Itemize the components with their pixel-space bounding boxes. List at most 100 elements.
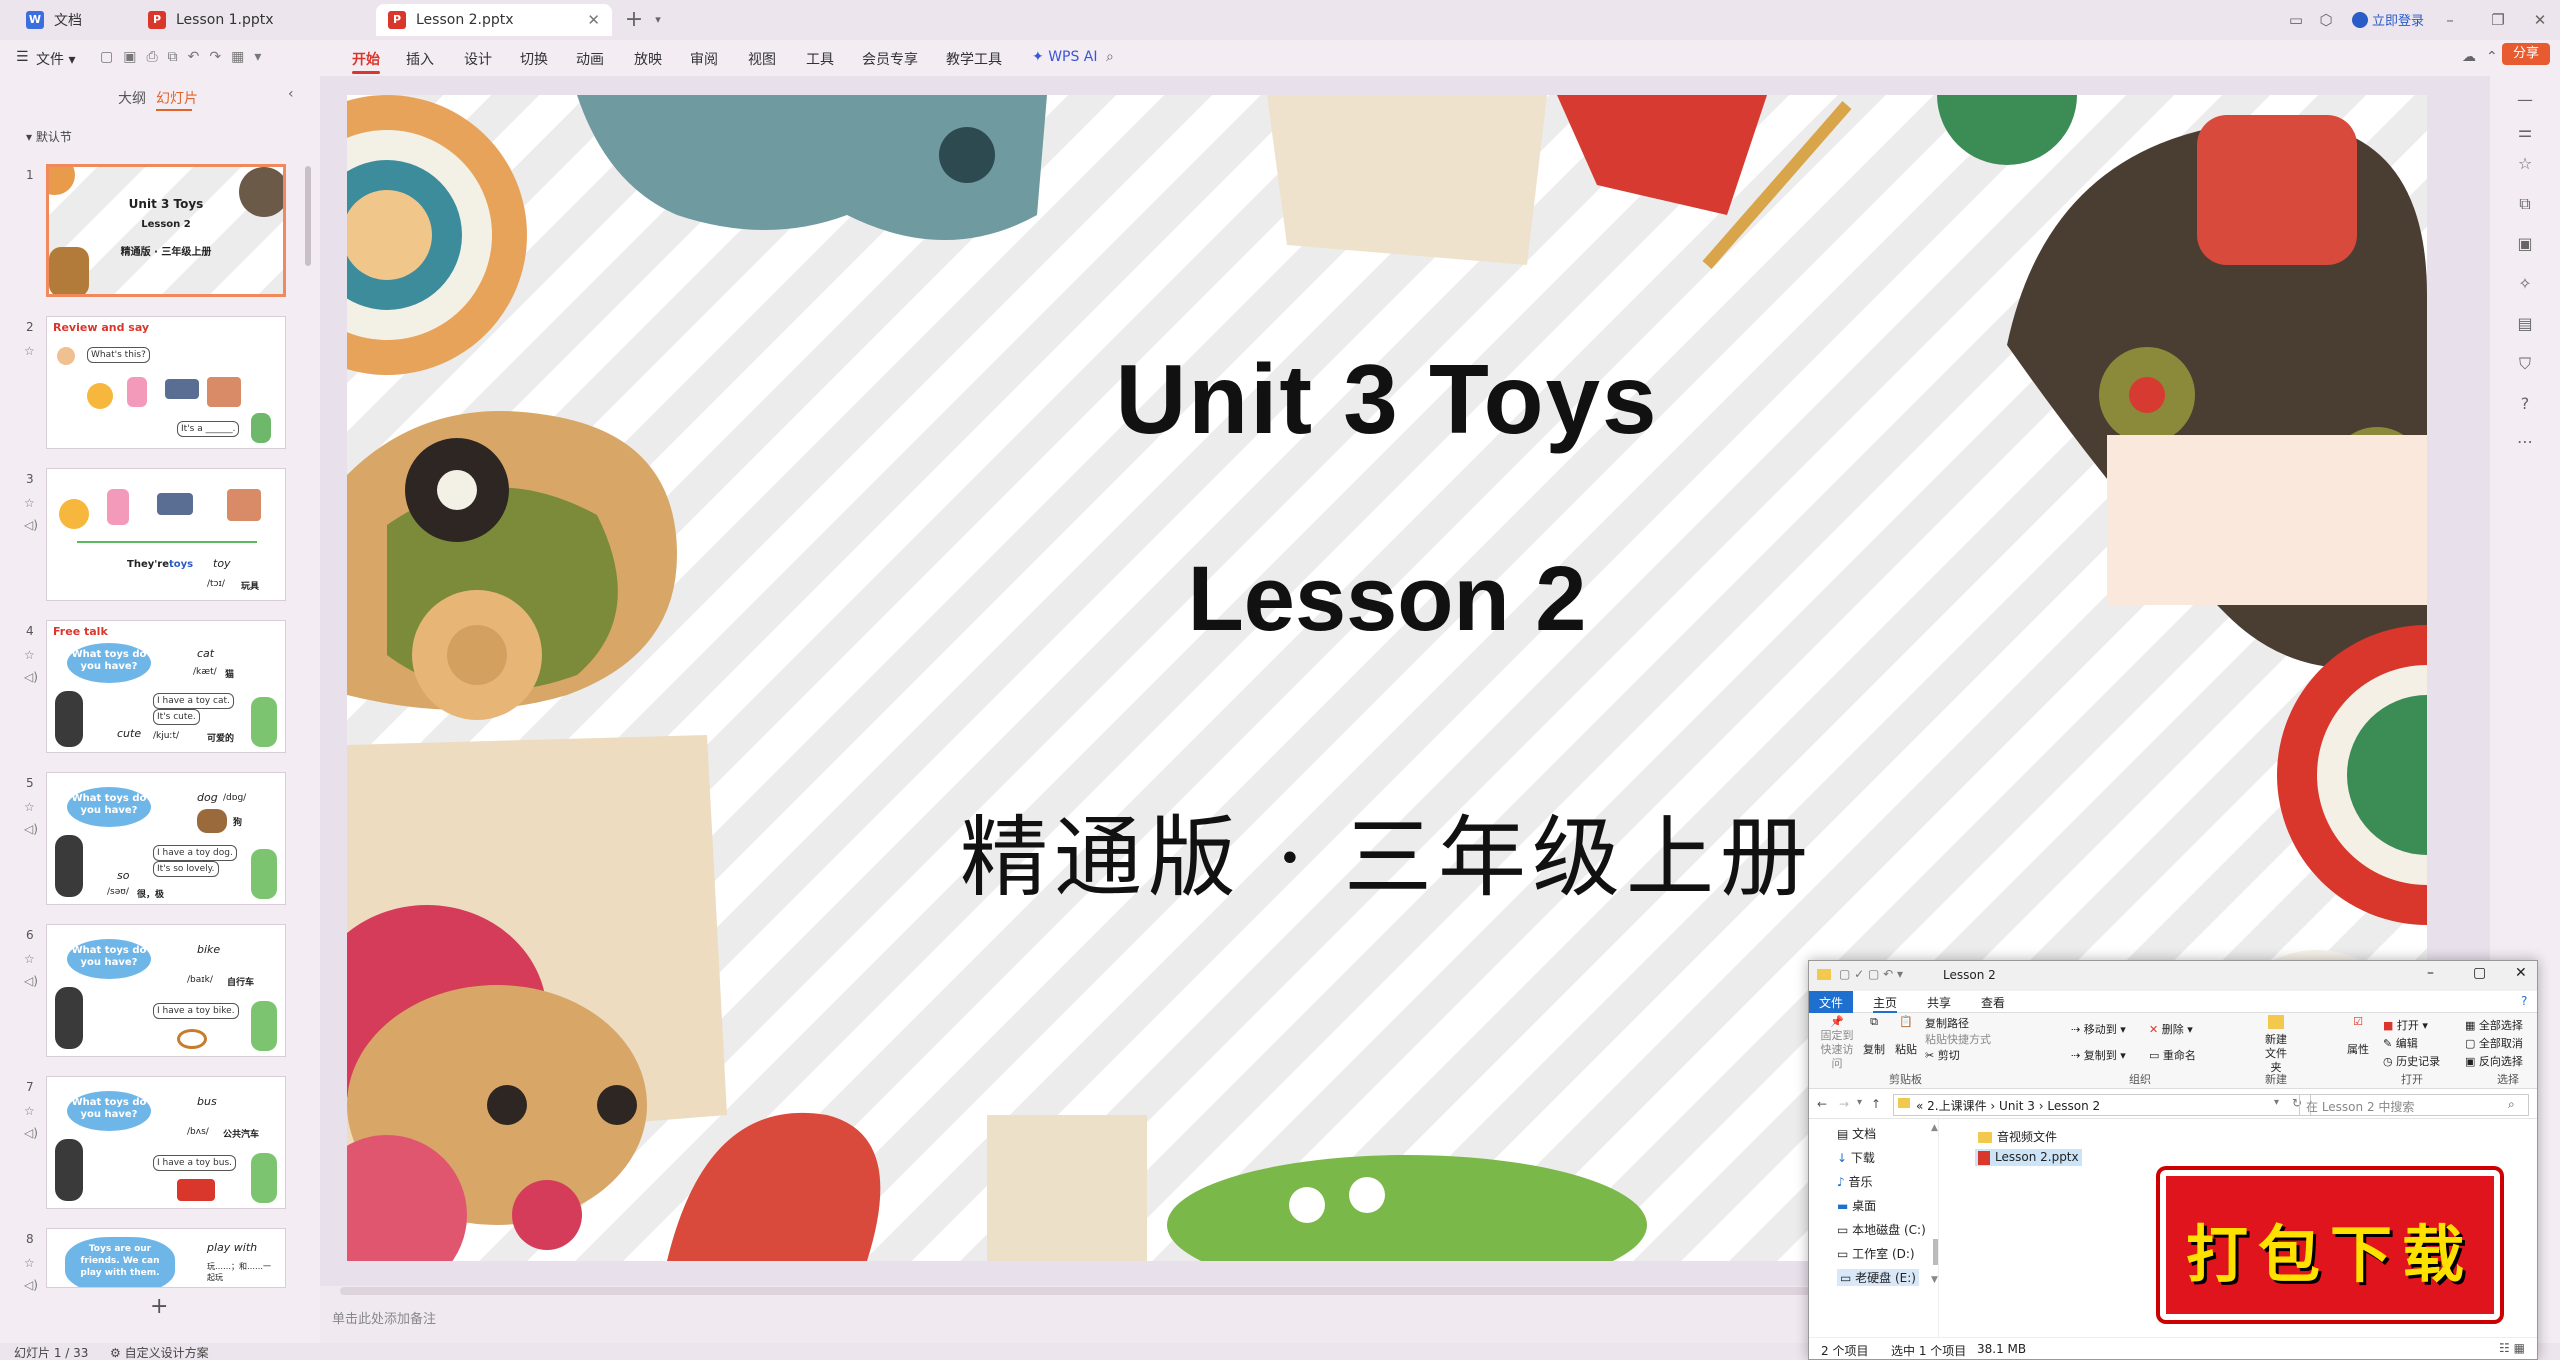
- nav-drive-c[interactable]: ▭ 本地磁盘 (C:): [1837, 1221, 1926, 1238]
- audio-icon[interactable]: ◁): [24, 670, 38, 684]
- design-scheme-button[interactable]: ⚙ 自定义设计方案: [110, 1344, 209, 1360]
- star-icon[interactable]: ☆: [24, 648, 35, 662]
- share-button[interactable]: 分享: [2502, 43, 2550, 65]
- download-banner[interactable]: 打包下载: [2160, 1170, 2500, 1320]
- tab-review[interactable]: 审阅: [690, 49, 718, 69]
- close-icon[interactable]: ✕: [587, 11, 600, 29]
- copy-path-button[interactable]: 复制路径: [1925, 1015, 1969, 1031]
- breadcrumb[interactable]: « 2.上课课件 › Unit 3 › Lesson 2 ▾ ↻: [1893, 1094, 2311, 1116]
- scrollbar[interactable]: [1933, 1239, 1938, 1265]
- notes-area[interactable]: 单击此处添加备注: [320, 1300, 1810, 1334]
- slide-thumbnail-3[interactable]: They're toys toy /tɔɪ/ 玩具: [46, 468, 286, 601]
- horizontal-scrollbar[interactable]: [340, 1287, 1810, 1295]
- cloud-icon[interactable]: ☁: [2462, 49, 2476, 65]
- rename-button[interactable]: ▭ 重命名: [2149, 1047, 2196, 1063]
- tab-lesson1[interactable]: P Lesson 1.pptx: [136, 4, 372, 36]
- forward-icon[interactable]: →: [1839, 1097, 1849, 1111]
- sliders-icon[interactable]: ⚌: [2514, 122, 2536, 144]
- audio-icon[interactable]: ◁): [24, 974, 38, 988]
- tab-slides[interactable]: 幻灯片: [156, 88, 198, 108]
- nav-drive-e[interactable]: ▭ 老硬盘 (E:): [1837, 1269, 1919, 1286]
- window-icon[interactable]: ▭: [2286, 10, 2306, 30]
- properties-button[interactable]: ☑ 属性: [2347, 1015, 2369, 1057]
- star-icon[interactable]: ☆: [24, 496, 35, 510]
- tab-file[interactable]: 文件: [1819, 994, 1843, 1011]
- quick-access-toolbar[interactable]: ▢ ✓ ▢ ↶ ▾: [1839, 967, 1903, 981]
- shield-icon[interactable]: ⛉: [2514, 354, 2536, 376]
- tab-member[interactable]: 会员专享: [862, 49, 918, 69]
- star-icon[interactable]: ☆: [2514, 154, 2536, 176]
- expand-icon[interactable]: ⌃: [2486, 49, 2498, 65]
- slide-thumbnail-2[interactable]: Review and say What's this? It's a _____…: [46, 316, 286, 449]
- tab-home[interactable]: 主页: [1873, 994, 1898, 1013]
- maximize-icon[interactable]: ▢: [2473, 965, 2486, 981]
- slide-thumbnail-1[interactable]: Unit 3 Toys Lesson 2 精通版 · 三年级上册: [46, 164, 286, 297]
- slide-thumbnail-4[interactable]: Free talk What toys do you have? cat /kæ…: [46, 620, 286, 753]
- wps-ai-button[interactable]: ✦ WPS AI: [1032, 49, 1098, 65]
- tab-view[interactable]: 视图: [748, 49, 776, 69]
- cube-icon[interactable]: ⬡: [2316, 10, 2336, 30]
- tab-teaching[interactable]: 教学工具: [946, 49, 1002, 69]
- scroll-up-icon[interactable]: ▲: [1931, 1123, 1938, 1133]
- help-icon[interactable]: ?: [2514, 394, 2536, 416]
- nav-documents[interactable]: ▤ 文档: [1837, 1125, 1876, 1142]
- edit-button[interactable]: ✎ 编辑: [2383, 1035, 2418, 1051]
- move-to-button[interactable]: ⇢ 移动到 ▾: [2071, 1021, 2126, 1037]
- file-menu[interactable]: 文件 ▾: [36, 49, 75, 69]
- minimize-icon[interactable]: –: [2440, 10, 2460, 30]
- audio-icon[interactable]: ◁): [24, 1126, 38, 1140]
- slide-thumbnail-6[interactable]: What toys do you have? bike /baɪk/ 自行车 I…: [46, 924, 286, 1057]
- tab-outline[interactable]: 大纲: [118, 88, 146, 108]
- slide-title[interactable]: Unit 3 Toys: [347, 343, 2427, 456]
- invert-selection-button[interactable]: ▣ 反向选择: [2465, 1053, 2523, 1069]
- nav-music[interactable]: ♪ 音乐: [1837, 1173, 1873, 1190]
- copy-to-button[interactable]: ⇢ 复制到 ▾: [2071, 1047, 2126, 1063]
- tab-animation[interactable]: 动画: [576, 49, 604, 69]
- back-icon[interactable]: ←: [1817, 1097, 1827, 1111]
- star-icon[interactable]: ☆: [24, 1104, 35, 1118]
- audio-icon[interactable]: ◁): [24, 822, 38, 836]
- add-slide-button[interactable]: +: [150, 1294, 168, 1319]
- star-icon[interactable]: ☆: [24, 344, 35, 358]
- scrollbar[interactable]: [305, 166, 311, 266]
- select-all-button[interactable]: ▦ 全部选择: [2465, 1017, 2523, 1033]
- nav-desktop[interactable]: ▬ 桌面: [1837, 1197, 1876, 1214]
- tab-view[interactable]: 查看: [1981, 994, 2005, 1011]
- slide-thumbnail-7[interactable]: What toys do you have? bus /bʌs/ 公共汽车 I …: [46, 1076, 286, 1209]
- audio-icon[interactable]: ◁): [24, 518, 38, 532]
- tab-home[interactable]: 开始: [352, 49, 380, 69]
- login-button[interactable]: 立即登录: [2352, 10, 2424, 29]
- tab-insert[interactable]: 插入: [406, 49, 434, 69]
- slide-subtitle[interactable]: Lesson 2: [347, 547, 2427, 652]
- minimize-icon[interactable]: –: [2427, 965, 2434, 981]
- scroll-down-icon[interactable]: ▼: [1931, 1275, 1938, 1285]
- tab-share[interactable]: 共享: [1927, 994, 1951, 1011]
- star-icon[interactable]: ☆: [24, 800, 35, 814]
- audio-icon[interactable]: ◁): [24, 1278, 38, 1292]
- more-icon[interactable]: ⋯: [2514, 432, 2536, 454]
- file-item-folder[interactable]: 音视频文件: [1975, 1127, 2060, 1146]
- paste-shortcut-button[interactable]: 粘贴快捷方式: [1925, 1031, 1991, 1047]
- select-none-button[interactable]: ▢ 全部取消: [2465, 1035, 2523, 1051]
- chevron-down-icon[interactable]: ▾: [2274, 1097, 2279, 1108]
- tab-design[interactable]: 设计: [464, 49, 492, 69]
- minus-icon[interactable]: —: [2514, 90, 2536, 112]
- tab-documents[interactable]: W 文档: [14, 4, 134, 36]
- open-button[interactable]: ■ 打开 ▾: [2383, 1017, 2428, 1033]
- copy-button[interactable]: ⧉ 复制: [1863, 1015, 1885, 1057]
- help-icon[interactable]: ?: [2521, 994, 2527, 1008]
- tab-slideshow[interactable]: 放映: [634, 49, 662, 69]
- star-icon[interactable]: ☆: [24, 952, 35, 966]
- close-window-icon[interactable]: ✕: [2530, 10, 2550, 30]
- menu-icon[interactable]: ☰: [16, 49, 29, 65]
- star-icon[interactable]: ☆: [24, 1256, 35, 1270]
- magic-icon[interactable]: ✧: [2514, 274, 2536, 296]
- new-tab-icon[interactable]: +: [624, 9, 644, 31]
- chevron-down-icon[interactable]: ▾: [648, 10, 668, 30]
- image-icon[interactable]: ▣: [2514, 234, 2536, 256]
- nav-drive-d[interactable]: ▭ 工作室 (D:): [1837, 1245, 1915, 1262]
- close-window-icon[interactable]: ✕: [2515, 965, 2527, 981]
- delete-button[interactable]: ✕ 删除 ▾: [2149, 1021, 2193, 1037]
- slide-thumbnail-8[interactable]: Toys are our friends. We can play with t…: [46, 1228, 286, 1288]
- collapse-icon[interactable]: ‹: [288, 86, 294, 102]
